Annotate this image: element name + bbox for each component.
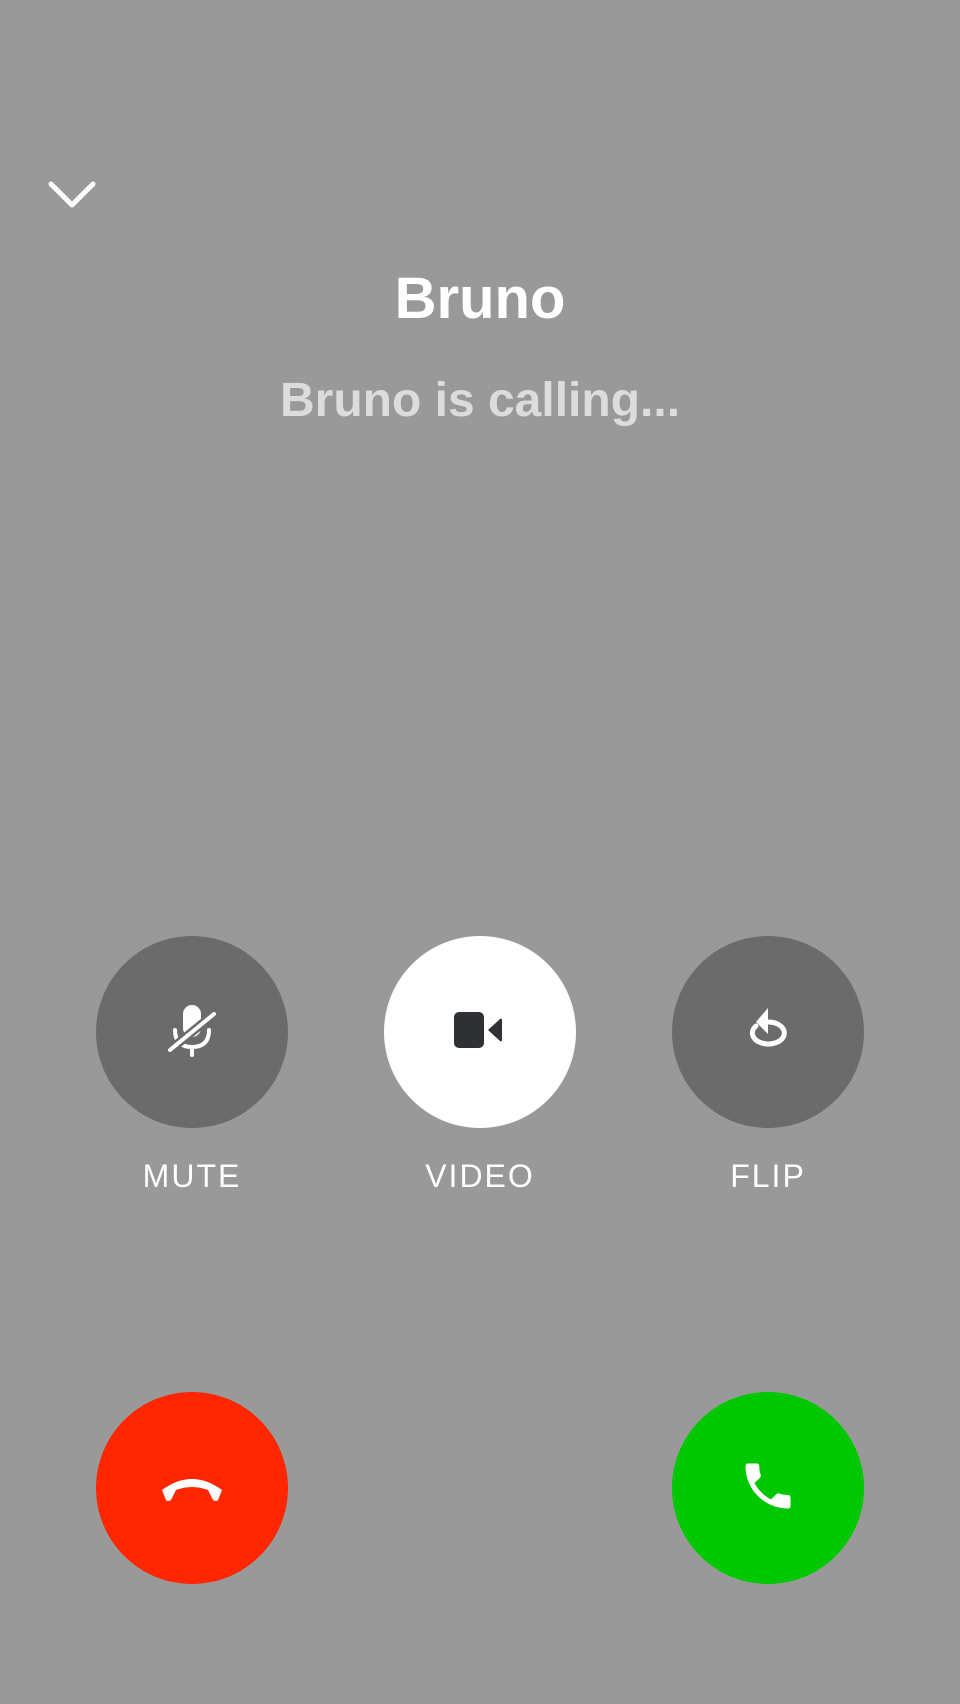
caller-name: Bruno <box>394 266 566 331</box>
mute-button[interactable] <box>96 936 288 1128</box>
video-label: VIDEO <box>425 1158 535 1194</box>
video-action: VIDEO <box>384 936 576 1196</box>
video-button[interactable] <box>384 936 576 1128</box>
phone-hangup-icon <box>158 1466 226 1511</box>
call-status: Bruno is calling... <box>279 374 681 427</box>
flip-action: FLIP <box>672 936 864 1196</box>
mute-action: MUTE <box>96 936 288 1196</box>
accept-call-button[interactable] <box>672 1392 864 1584</box>
chevron-down-icon <box>47 178 97 217</box>
flip-label: FLIP <box>730 1158 806 1194</box>
decline-call-button[interactable] <box>96 1392 288 1584</box>
flip-camera-icon <box>738 1000 798 1065</box>
flip-button[interactable] <box>672 936 864 1128</box>
collapse-button[interactable] <box>40 170 104 224</box>
mic-off-icon <box>162 1000 222 1065</box>
phone-icon <box>738 1456 798 1521</box>
mute-label: MUTE <box>142 1158 242 1194</box>
video-camera-icon <box>452 1010 508 1055</box>
